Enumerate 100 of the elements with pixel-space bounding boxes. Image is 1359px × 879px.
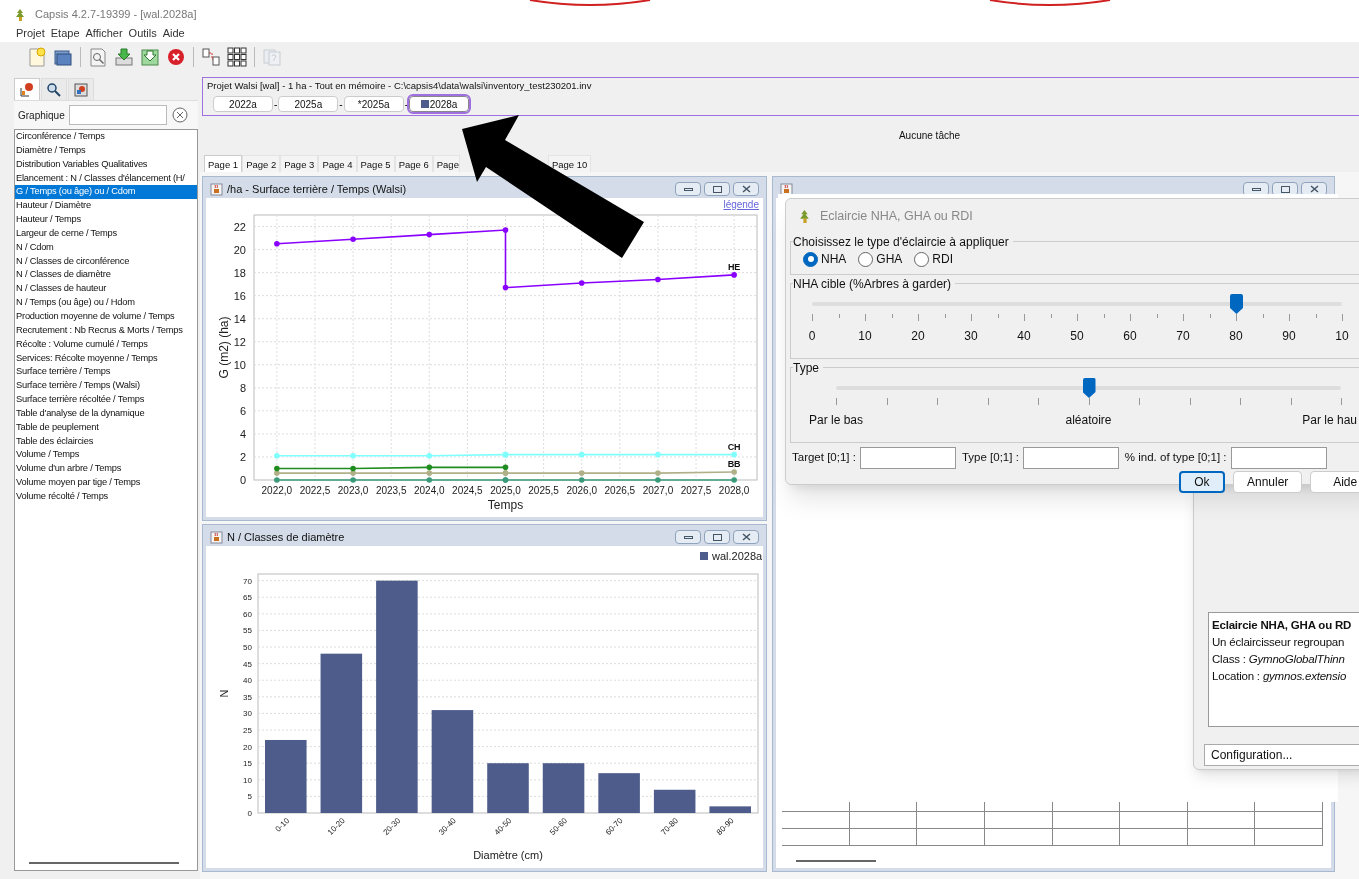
filter-label: Graphique: [18, 108, 65, 123]
axis-title: N: [218, 689, 230, 698]
page-tab[interactable]: Page 10: [547, 155, 592, 172]
list-item[interactable]: Table de peuplement: [15, 420, 197, 435]
menu-item[interactable]: Etape: [50, 24, 80, 42]
step-button[interactable]: 2025a: [278, 96, 339, 113]
list-item[interactable]: Hauteur / Diamètre: [15, 199, 197, 214]
axis-tick-label: 14: [233, 312, 246, 325]
window-title: /ha - Surface terrière / Temps (Walsi): [227, 181, 407, 197]
list-item[interactable]: Elancement : N / Classes d'élancement (H/: [15, 171, 197, 186]
menu-item[interactable]: Afficher: [85, 24, 123, 42]
axis-tick-label: 55: [243, 626, 252, 636]
page-tab[interactable]: Page: [432, 155, 460, 172]
list-item[interactable]: Distribution Variables Qualitatives: [15, 157, 197, 172]
slider-label: 70: [1176, 328, 1190, 345]
slider-label: 90: [1282, 328, 1296, 345]
axis-tick-label: 15: [243, 759, 252, 769]
slider-label: Par le hau: [1302, 412, 1357, 429]
list-item[interactable]: N / Classes de circonférence: [15, 254, 197, 269]
axis-tick-label: 2: [239, 450, 246, 463]
axis-tick-label: 20: [243, 742, 252, 752]
axis-tick-label: 2026,5: [604, 485, 636, 496]
list-item[interactable]: N / Classes de hauteur: [15, 282, 197, 297]
radio-option[interactable]: RDI: [914, 250, 954, 268]
description-line: Location : gymnos.extensio: [1212, 669, 1348, 684]
list-item[interactable]: Table d'analyse de la dynamique: [15, 406, 197, 421]
axis-tick-label: 18: [233, 266, 246, 279]
axis-tick-label: 2022,5: [299, 485, 331, 496]
list-item[interactable]: Récolte : Volume cumulé / Temps: [15, 337, 197, 352]
list-item[interactable]: Hauteur / Temps: [15, 213, 197, 227]
field-label: Type [0;1] :: [961, 450, 1019, 466]
list-item[interactable]: N / Cdom: [15, 240, 197, 255]
axis-tick-label: 2022,0: [261, 485, 293, 496]
axis-tick-label: 10: [233, 358, 246, 371]
slider-label: 40: [1017, 328, 1031, 345]
list-item[interactable]: Surface terrière récoltée / Temps: [15, 393, 197, 407]
step-button[interactable]: 2028a: [409, 96, 470, 113]
list-item[interactable]: Volume récolté / Temps: [15, 489, 197, 504]
axis-title: Temps: [487, 498, 524, 512]
step-separator: -: [338, 97, 344, 112]
window-title: N / Classes de diamètre: [227, 529, 345, 545]
axis-tick-label: 2026,0: [566, 485, 597, 496]
configuration-button[interactable]: Configuration...: [1204, 744, 1359, 766]
page-tab[interactable]: Page 4: [318, 155, 357, 172]
menu-item[interactable]: Outils: [128, 24, 157, 42]
menu-item[interactable]: Aide: [162, 24, 185, 42]
radio-option[interactable]: NHA: [803, 250, 847, 268]
list-item[interactable]: Surface terrière / Temps: [15, 365, 197, 380]
list-item[interactable]: Services: Récolte moyenne / Temps: [15, 351, 197, 366]
list-item[interactable]: Volume d'un arbre / Temps: [15, 462, 197, 477]
page-tab[interactable]: Page 2: [242, 155, 281, 172]
list-item[interactable]: N / Temps (ou âge) ou / Hdom: [15, 296, 197, 310]
axis-title: G (m2) (ha): [217, 316, 231, 379]
series-label: CH: [727, 441, 741, 452]
axis-tick-label: 2025,5: [528, 485, 559, 496]
step-button[interactable]: *2025a: [343, 96, 404, 113]
axis-tick-label: 10: [243, 775, 252, 785]
list-item[interactable]: Table des éclaircies: [15, 434, 197, 449]
axis-tick-label: 4: [239, 427, 246, 440]
description-line: Un éclaircisseur regroupan: [1212, 635, 1346, 650]
slider-label: 80: [1229, 328, 1243, 345]
slider-label: 10: [858, 328, 872, 345]
axis-tick-label: 2024,0: [414, 485, 445, 496]
series-label: BB: [727, 458, 741, 469]
list-item[interactable]: Recrutement : Nb Recrus & Morts / Temps: [15, 323, 197, 338]
window-title: Capsis 4.2.7-19399 - [wal.2028a]: [35, 7, 197, 23]
axis-tick-label: 2023,5: [375, 485, 407, 496]
axis-tick-label: 35: [243, 692, 252, 702]
list-item[interactable]: Volume moyen par tige / Temps: [15, 476, 197, 490]
page-tab[interactable]: Page 6: [394, 155, 433, 172]
slider-label: 20: [911, 328, 925, 345]
axis-title: Diamètre (cm): [473, 849, 543, 861]
axis-tick-label: 2025,0: [490, 485, 521, 496]
page-tab[interactable]: Page 3: [280, 155, 319, 172]
step-separator: -: [403, 97, 410, 112]
dialog-button[interactable]: Annuler: [1232, 471, 1303, 493]
list-item[interactable]: Circonférence / Temps: [15, 130, 197, 144]
slider-label: aléatoire: [1065, 412, 1112, 429]
page-tab[interactable]: Page 5: [356, 155, 395, 172]
menu-item[interactable]: Projet: [16, 24, 45, 42]
list-item[interactable]: Production moyenne de volume / Temps: [15, 309, 197, 324]
dialog-button[interactable]: Aide: [1310, 471, 1359, 493]
axis-tick-label: 30: [243, 709, 252, 719]
dialog-button[interactable]: Ok: [1179, 471, 1225, 493]
page-tab[interactable]: Page 1: [204, 155, 243, 172]
dialog-title: Eclaircie NHA, GHA ou RDI: [820, 207, 973, 225]
description-title: Eclaircie NHA, GHA ou RD: [1212, 618, 1353, 633]
list-item[interactable]: Surface terrière / Temps (Walsi): [15, 379, 197, 394]
list-item[interactable]: N / Classes de diamètre: [15, 268, 197, 283]
list-item[interactable]: G / Temps (ou âge) ou / Cdom: [15, 185, 197, 200]
radio-option[interactable]: GHA: [858, 250, 903, 268]
step-button[interactable]: 2022a: [213, 96, 273, 113]
axis-tick-label: 5: [247, 792, 252, 802]
legend-link[interactable]: légende: [723, 198, 759, 212]
axis-tick-label: 16: [233, 289, 246, 302]
slider-label: 60: [1123, 328, 1137, 345]
list-item[interactable]: Diamètre / Temps: [15, 143, 197, 158]
list-item[interactable]: Volume / Temps: [15, 448, 197, 463]
list-item[interactable]: Largeur de cerne / Temps: [15, 226, 197, 241]
description-line: Class : GymnoGlobalThinn: [1212, 652, 1346, 667]
